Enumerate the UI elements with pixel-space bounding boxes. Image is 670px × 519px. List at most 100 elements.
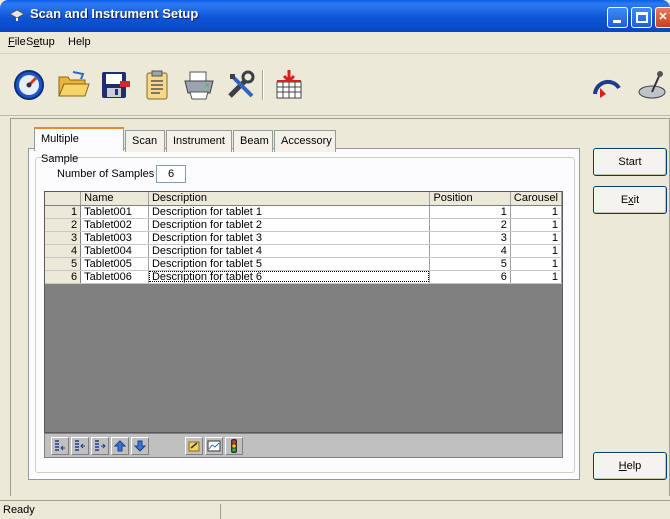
grid-header-row: Name Description Position Carousel	[45, 192, 563, 206]
help-hotkey: H	[618, 460, 627, 472]
cell-name[interactable]: Tablet002	[80, 218, 149, 232]
tab-instrument[interactable]: Instrument	[166, 130, 232, 152]
grid-toolbar	[44, 433, 563, 458]
menu-bar: File Setup Help	[0, 32, 670, 54]
move-down-icon	[133, 440, 147, 452]
print-button[interactable]	[182, 68, 216, 102]
gauge-icon	[14, 70, 44, 100]
exit-button[interactable]: Exit	[593, 186, 667, 214]
grid-insert-button[interactable]	[272, 68, 306, 102]
column-header-position[interactable]: Position	[429, 192, 511, 206]
cell-carousel[interactable]: 1	[510, 218, 563, 232]
save-disk-icon	[102, 72, 130, 98]
table-row: 4 Tablet004 Description for tablet 4 4 1	[45, 244, 563, 258]
save-button[interactable]	[98, 68, 132, 102]
table-row: 6 Tablet006 Description for tablet 6 6 1	[45, 270, 563, 284]
close-icon: ✕	[658, 11, 668, 23]
row-number[interactable]: 3	[45, 231, 82, 245]
table-row: 2 Tablet002 Description for tablet 2 2 1	[45, 218, 563, 232]
cell-carousel[interactable]: 1	[510, 270, 563, 284]
edit-note-icon	[188, 441, 200, 452]
cell-name[interactable]: Tablet001	[80, 205, 149, 219]
arc-button[interactable]	[590, 68, 624, 102]
edit-note-button[interactable]	[185, 437, 203, 455]
cell-description[interactable]: Description for tablet 1	[148, 205, 431, 219]
row-number[interactable]: 1	[45, 205, 82, 219]
clipboard-button[interactable]	[140, 68, 174, 102]
cell-name[interactable]: Tablet004	[80, 244, 149, 258]
number-of-samples-input[interactable]: 6	[156, 165, 186, 183]
tab-multiple-sample[interactable]: Multiple Sample	[34, 127, 124, 165]
append-row-button[interactable]	[91, 437, 109, 455]
grid-corner-header	[45, 192, 82, 206]
column-header-name[interactable]: Name	[80, 192, 149, 206]
close-button[interactable]: ✕	[655, 7, 670, 28]
menu-setup[interactable]: Setup	[26, 36, 55, 48]
cell-position[interactable]: 6	[429, 270, 511, 284]
dish-button[interactable]	[634, 68, 668, 102]
cell-position[interactable]: 2	[429, 218, 511, 232]
number-of-samples-label: Number of Samples	[57, 168, 155, 180]
cell-description[interactable]: Description for tablet 6	[148, 270, 431, 284]
row-number[interactable]: 5	[45, 257, 82, 271]
move-down-button[interactable]	[131, 437, 149, 455]
row-number[interactable]: 6	[45, 270, 82, 284]
cell-description[interactable]: Description for tablet 3	[148, 231, 431, 245]
tools-button[interactable]	[224, 68, 258, 102]
row-number[interactable]: 2	[45, 218, 82, 232]
minimize-button[interactable]	[607, 7, 628, 28]
exit-label: it	[633, 194, 640, 206]
start-button[interactable]: Start	[593, 148, 667, 176]
cell-description[interactable]: Description for tablet 5	[148, 257, 431, 271]
menu-file[interactable]: File	[8, 36, 26, 48]
status-text: Ready	[3, 504, 35, 516]
grid-insert-icon	[276, 70, 302, 99]
cell-name[interactable]: Tablet005	[80, 257, 149, 271]
cell-name[interactable]: Tablet003	[80, 231, 149, 245]
chart-icon	[207, 440, 221, 452]
samples-grid[interactable]: Name Description Position Carousel 1 Tab…	[44, 191, 563, 433]
cell-position[interactable]: 3	[429, 231, 511, 245]
cell-description[interactable]: Description for tablet 2	[148, 218, 431, 232]
cell-position[interactable]: 4	[429, 244, 511, 258]
cell-carousel[interactable]: 1	[510, 257, 563, 271]
tab-accessory[interactable]: Accessory	[274, 130, 336, 152]
status-divider	[220, 504, 223, 519]
open-button[interactable]	[56, 68, 90, 102]
cell-carousel[interactable]: 1	[510, 231, 563, 245]
maximize-icon	[636, 12, 648, 23]
append-row-icon	[95, 440, 106, 451]
chart-button[interactable]	[205, 437, 223, 455]
move-up-icon	[113, 440, 127, 452]
satellite-dish-icon	[638, 71, 666, 99]
insert-row-button[interactable]	[51, 437, 69, 455]
tab-scan[interactable]: Scan	[125, 130, 165, 152]
maximize-button[interactable]	[631, 7, 652, 28]
column-header-carousel[interactable]: Carousel	[510, 192, 563, 206]
cell-position[interactable]: 1	[429, 205, 511, 219]
cell-carousel[interactable]: 1	[510, 205, 563, 219]
tools-icon	[228, 70, 255, 98]
toolbar-separator	[262, 70, 264, 100]
cell-description[interactable]: Description for tablet 4	[148, 244, 431, 258]
cell-name[interactable]: Tablet006	[80, 270, 149, 284]
cell-position[interactable]: 5	[429, 257, 511, 271]
tab-beam[interactable]: Beam	[233, 130, 273, 152]
move-up-button[interactable]	[111, 437, 129, 455]
help-button[interactable]: Help	[593, 452, 667, 480]
delete-row-button[interactable]	[71, 437, 89, 455]
minimize-icon	[613, 20, 621, 23]
traffic-light-button[interactable]	[225, 437, 243, 455]
status-bar: Ready	[0, 500, 670, 519]
toolbar	[0, 56, 670, 116]
gauge-button[interactable]	[12, 68, 46, 102]
folder-open-icon	[58, 71, 90, 97]
window-title: Scan and Instrument Setup	[30, 6, 199, 21]
row-number[interactable]: 4	[45, 244, 82, 258]
app-icon	[8, 9, 26, 21]
clipboard-icon	[146, 70, 168, 100]
column-header-description[interactable]: Description	[148, 192, 431, 206]
delete-row-icon	[75, 440, 85, 451]
cell-carousel[interactable]: 1	[510, 244, 563, 258]
menu-help[interactable]: Help	[68, 36, 91, 48]
